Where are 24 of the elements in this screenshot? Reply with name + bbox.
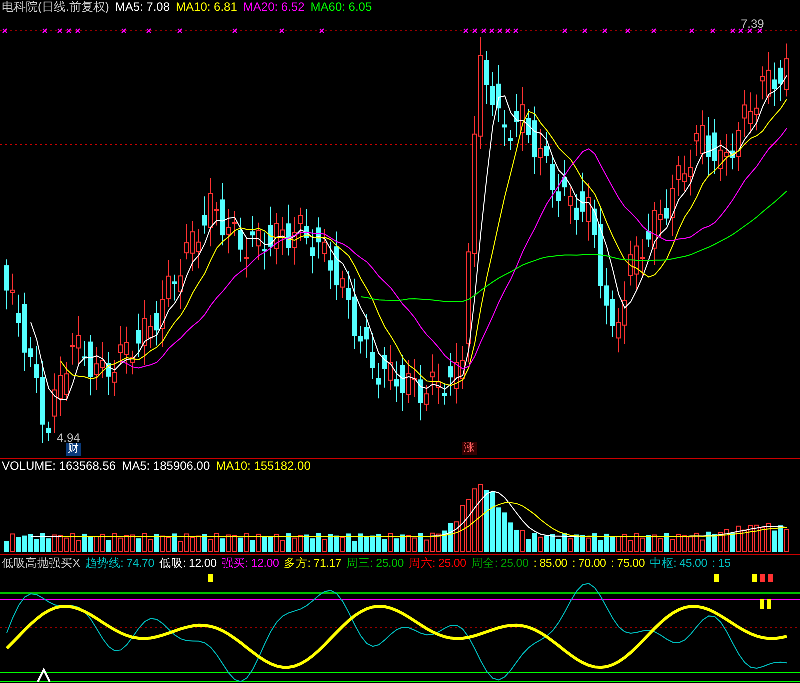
legend-value: 周全: 25.00	[471, 556, 529, 572]
legend-value: MA20: 6.52	[243, 0, 305, 15]
legend-value: MA5: 7.08	[115, 0, 170, 15]
legend-value: 强买: 12.00	[222, 556, 280, 572]
legend-value: MA5: 185906.00	[122, 459, 210, 474]
legend-value: VOLUME: 163568.56	[2, 459, 116, 474]
legend-value: MA10: 6.81	[176, 0, 238, 15]
legend-value: : 75.00	[611, 557, 646, 572]
legend-value: 周三: 25.00	[346, 557, 404, 572]
indicator-title: 低吸高抛强买X	[2, 556, 80, 572]
legend-value: MA60: 6.05	[310, 0, 372, 15]
event-badge[interactable]: 涨	[462, 442, 477, 455]
legend-value: 趋势线: 74.70	[85, 556, 154, 572]
legend-value: 低吸: 12.00	[159, 557, 217, 572]
legend-value: 周六: 25.00	[408, 556, 466, 572]
high-price-label: 7.39	[741, 17, 764, 31]
legend-value: : 15	[712, 557, 731, 572]
legend-value: : 70.00	[572, 557, 606, 572]
event-badge[interactable]: 财	[66, 443, 81, 456]
legend-value: 多方: 71.17	[284, 556, 342, 572]
stock-title: 电科院(日线.前复权)	[2, 0, 110, 15]
legend-value: : 85.00	[534, 557, 568, 572]
legend-value: 中枢: 45.00	[650, 556, 708, 572]
legend-value: MA10: 155182.00	[216, 459, 311, 474]
